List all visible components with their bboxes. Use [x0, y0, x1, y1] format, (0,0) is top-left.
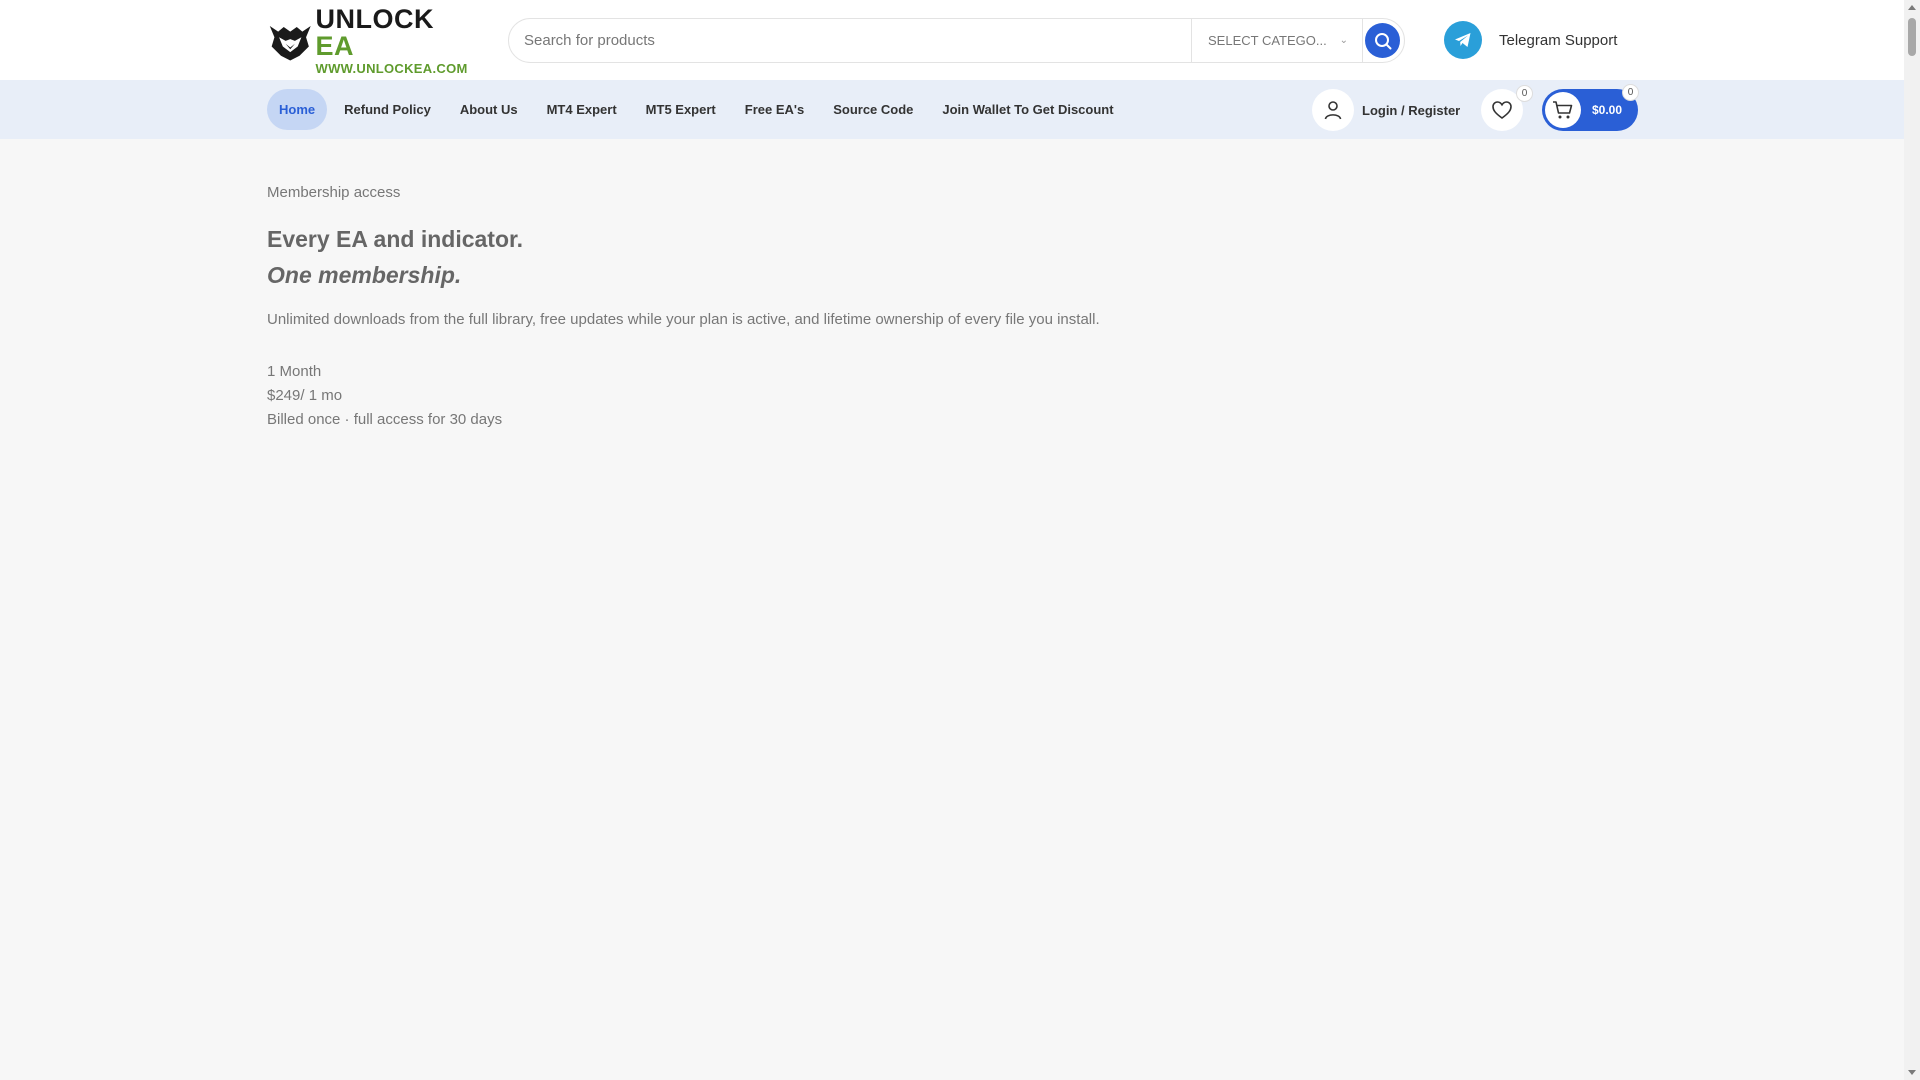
nav-item-mt5-expert[interactable]: MT5 Expert	[634, 89, 728, 130]
nav-item-home[interactable]: Home	[267, 89, 328, 130]
scroll-down-icon[interactable]	[1908, 1070, 1916, 1075]
membership-section: Membership access Every EA and indicator…	[267, 184, 1467, 432]
telegram-support-label: Telegram Support	[1499, 31, 1618, 49]
top-header: UNLOCK EA WWW.UNLOCKEA.COM SELECT CATEGO…	[0, 0, 1904, 80]
telegram-icon	[1444, 21, 1482, 59]
user-icon	[1312, 89, 1354, 131]
headline-line-2: One membership.	[267, 262, 462, 288]
product-search-bar: SELECT CATEGO... ⌄	[508, 18, 1405, 63]
search-input[interactable]	[509, 19, 1191, 62]
telegram-support-link[interactable]: Telegram Support	[1444, 21, 1617, 59]
chevron-down-icon: ⌄	[1339, 35, 1348, 46]
scroll-thumb[interactable]	[1908, 18, 1916, 56]
cart-total: $0.00	[1592, 103, 1623, 117]
cart-icon	[1545, 92, 1581, 128]
site-logo[interactable]: UNLOCK EA WWW.UNLOCKEA.COM	[267, 5, 469, 75]
plan-billing: Billed once · full access for 30 days	[267, 411, 503, 428]
cart-button[interactable]: $0.00 0	[1542, 84, 1639, 131]
heart-icon	[1492, 101, 1512, 119]
category-select-label: SELECT CATEGO...	[1208, 33, 1327, 48]
login-register-link[interactable]: Login / Register	[1312, 89, 1460, 131]
nav-item-about-us[interactable]: About Us	[448, 89, 530, 130]
wishlist-button[interactable]: 0	[1481, 85, 1533, 131]
section-eyebrow: Membership access	[267, 184, 401, 201]
page-scrollbar[interactable]	[1904, 0, 1920, 1080]
nav-item-source-code[interactable]: Source Code	[821, 89, 925, 130]
plan-card: 1 Month $249/ 1 mo Billed once · full ac…	[267, 360, 1467, 432]
plan-name: 1 Month	[267, 363, 322, 380]
nav-item-free-eas[interactable]: Free EA's	[733, 89, 816, 130]
search-icon	[1374, 32, 1391, 49]
headline-line-1: Every EA and indicator.	[267, 226, 524, 252]
category-select[interactable]: SELECT CATEGO... ⌄	[1191, 19, 1363, 62]
bull-logo-icon	[269, 26, 311, 61]
nav-item-mt4-expert[interactable]: MT4 Expert	[535, 89, 629, 130]
membership-description: Unlimited downloads from the full librar…	[267, 311, 1100, 328]
cart-count-badge: 0	[1622, 84, 1639, 101]
logo-title: UNLOCK EA	[315, 3, 434, 61]
nav-item-refund-policy[interactable]: Refund Policy	[332, 89, 443, 130]
scroll-up-icon[interactable]	[1908, 5, 1916, 10]
nav-menu: Home Refund Policy About Us MT4 Expert M…	[267, 89, 1131, 130]
logo-url: WWW.UNLOCKEA.COM	[315, 60, 468, 76]
search-button[interactable]	[1365, 23, 1400, 58]
nav-item-join-wallet[interactable]: Join Wallet To Get Discount	[930, 89, 1125, 130]
login-register-label: Login / Register	[1362, 102, 1461, 118]
wishlist-count-badge: 0	[1516, 85, 1533, 102]
plan-price: $249/ 1 mo	[267, 387, 343, 404]
